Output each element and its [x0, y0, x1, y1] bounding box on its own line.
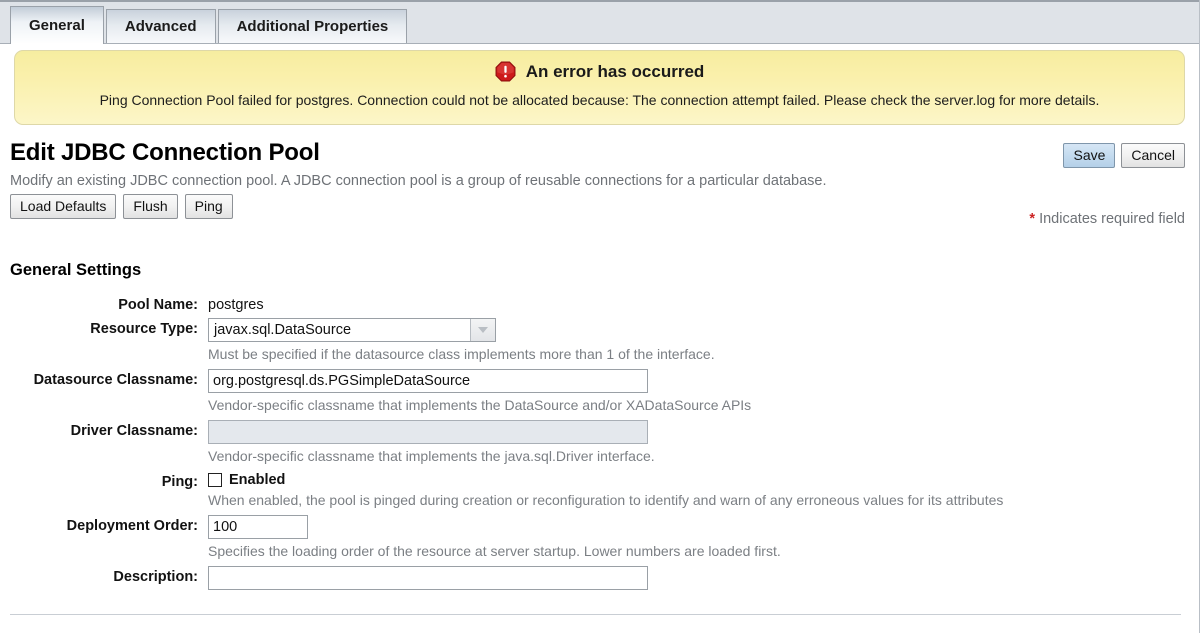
resource-type-label: Resource Type:	[90, 321, 198, 338]
tab-additional-properties-label: Additional Properties	[236, 18, 389, 35]
section-divider	[10, 613, 1181, 615]
resource-type-selected-value: javax.sql.DataSource	[214, 322, 352, 339]
resource-type-hint: Must be specified if the datasource clas…	[208, 346, 715, 363]
datasource-classname-hint: Vendor-specific classname that implement…	[208, 397, 752, 414]
field-row-driver-classname: Driver Classname: Vendor-specific classn…	[10, 420, 1185, 466]
error-banner-container: An error has occurred Ping Connection Po…	[0, 44, 1199, 126]
deployment-order-input[interactable]	[208, 514, 308, 539]
pool-name-label: Pool Name:	[118, 297, 198, 314]
error-banner: An error has occurred Ping Connection Po…	[14, 50, 1185, 126]
ping-hint: When enabled, the pool is pinged during …	[208, 491, 1004, 508]
page-content: Edit JDBC Connection Pool Modify an exis…	[0, 139, 1199, 615]
error-octagon-icon	[495, 61, 516, 82]
general-settings-form: Pool Name: postgres Resource Type: javax…	[10, 294, 1185, 615]
page-header: Edit JDBC Connection Pool Modify an exis…	[10, 139, 1185, 227]
deployment-order-label: Deployment Order:	[66, 517, 198, 534]
cancel-button[interactable]: Cancel	[1121, 143, 1185, 169]
required-field-note: * Indicates required field	[1029, 211, 1185, 227]
description-label: Description:	[113, 568, 198, 585]
driver-classname-label: Driver Classname:	[70, 423, 198, 440]
driver-classname-hint: Vendor-specific classname that implement…	[208, 448, 655, 465]
error-banner-message: Ping Connection Pool failed for postgres…	[99, 92, 1100, 108]
required-field-note-label: Indicates required field	[1039, 211, 1185, 228]
page-subtitle: Modify an existing JDBC connection pool.…	[10, 173, 827, 190]
datasource-classname-input[interactable]	[208, 369, 648, 394]
field-row-deployment-order: Deployment Order: Specifies the loading …	[10, 514, 1185, 561]
primary-action-bar: Save Cancel	[1063, 143, 1185, 169]
ping-enabled-label: Enabled	[229, 471, 286, 488]
error-banner-title: An error has occurred	[525, 61, 705, 81]
pool-name-value: postgres	[208, 297, 264, 314]
save-button[interactable]: Save	[1063, 143, 1116, 169]
flush-button[interactable]: Flush	[123, 194, 178, 220]
field-row-pool-name: Pool Name: postgres	[10, 294, 1185, 313]
tab-additional-properties[interactable]: Additional Properties	[217, 9, 408, 43]
admin-console-page: General Advanced Additional Properties A…	[0, 0, 1200, 633]
deployment-order-hint: Specifies the loading order of the resou…	[208, 542, 781, 559]
error-banner-heading: An error has occurred	[41, 61, 1158, 82]
ping-label: Ping:	[161, 473, 198, 490]
resource-type-select[interactable]: javax.sql.DataSource	[208, 318, 496, 343]
ping-button[interactable]: Ping	[184, 194, 233, 220]
field-row-resource-type: Resource Type: javax.sql.DataSource Must…	[10, 318, 1185, 364]
field-row-datasource-classname: Datasource Classname: Vendor-specific cl…	[10, 369, 1185, 415]
tab-advanced-label: Advanced	[124, 18, 197, 35]
tab-general[interactable]: General	[10, 6, 104, 44]
description-input[interactable]	[208, 565, 648, 590]
chevron-down-icon[interactable]	[470, 319, 495, 342]
secondary-action-bar: Load Defaults Flush Ping	[10, 194, 1185, 220]
ping-enabled-checkbox-row[interactable]: Enabled	[208, 471, 1185, 488]
ping-enabled-checkbox[interactable]	[208, 472, 222, 487]
tab-bar: General Advanced Additional Properties	[0, 0, 1199, 44]
driver-classname-input	[208, 420, 648, 445]
load-defaults-button[interactable]: Load Defaults	[10, 194, 117, 220]
page-title: Edit JDBC Connection Pool	[10, 139, 320, 167]
field-row-ping: Ping: Enabled When enabled, the pool is …	[10, 471, 1185, 510]
general-settings-heading: General Settings	[10, 261, 142, 280]
tab-general-label: General	[29, 17, 85, 34]
tab-advanced[interactable]: Advanced	[105, 9, 216, 43]
datasource-classname-label: Datasource Classname:	[33, 372, 198, 389]
required-asterisk-icon: *	[1029, 211, 1036, 228]
field-row-description: Description:	[10, 565, 1185, 590]
